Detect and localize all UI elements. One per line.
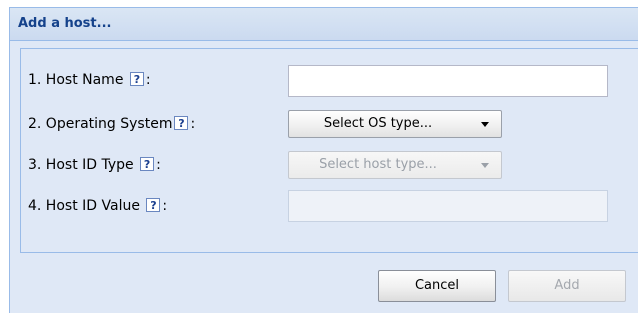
os-type-selected-value: Select OS type... [323, 116, 433, 131]
host-id-type-selected-value: Select host type... [319, 157, 437, 172]
host-id-value-label-row: 4. Host ID Value ?: [28, 198, 167, 214]
host-name-colon: : [145, 72, 151, 88]
os-help-icon[interactable]: ? [174, 116, 189, 130]
host-id-value-input[interactable] [288, 190, 608, 222]
host-id-type-select[interactable]: Select host type... [288, 151, 502, 179]
dialog-title: Add a host... [18, 16, 112, 31]
host-id-type-help-icon[interactable]: ? [140, 157, 155, 171]
os-type-select[interactable]: Select OS type... [288, 110, 502, 138]
os-label-row: 2. Operating System?: [28, 116, 195, 132]
host-name-help-icon[interactable]: ? [129, 72, 144, 86]
os-type-dropdown-arrow-icon [481, 122, 489, 127]
host-id-value-help-icon[interactable]: ? [146, 198, 161, 212]
host-id-value-colon: : [162, 198, 168, 214]
host-name-label: 1. Host Name [28, 72, 124, 88]
add-host-dialog: Add a host... 1. Host Name ?: 2. Operati… [9, 7, 638, 313]
host-id-type-label-row: 3. Host ID Type ?: [28, 157, 161, 173]
os-colon: : [190, 116, 196, 132]
host-id-type-label: 3. Host ID Type [28, 157, 134, 173]
host-name-input[interactable] [288, 65, 608, 97]
host-id-type-dropdown-arrow-icon [481, 163, 489, 168]
host-id-type-colon: : [156, 157, 161, 173]
cancel-button[interactable]: Cancel [378, 270, 496, 302]
dialog-header: Add a host... [10, 8, 638, 41]
add-button[interactable]: Add [508, 270, 626, 302]
os-label: 2. Operating System [28, 116, 173, 132]
host-name-label-row: 1. Host Name ?: [28, 72, 151, 88]
host-id-value-label: 4. Host ID Value [28, 198, 140, 214]
